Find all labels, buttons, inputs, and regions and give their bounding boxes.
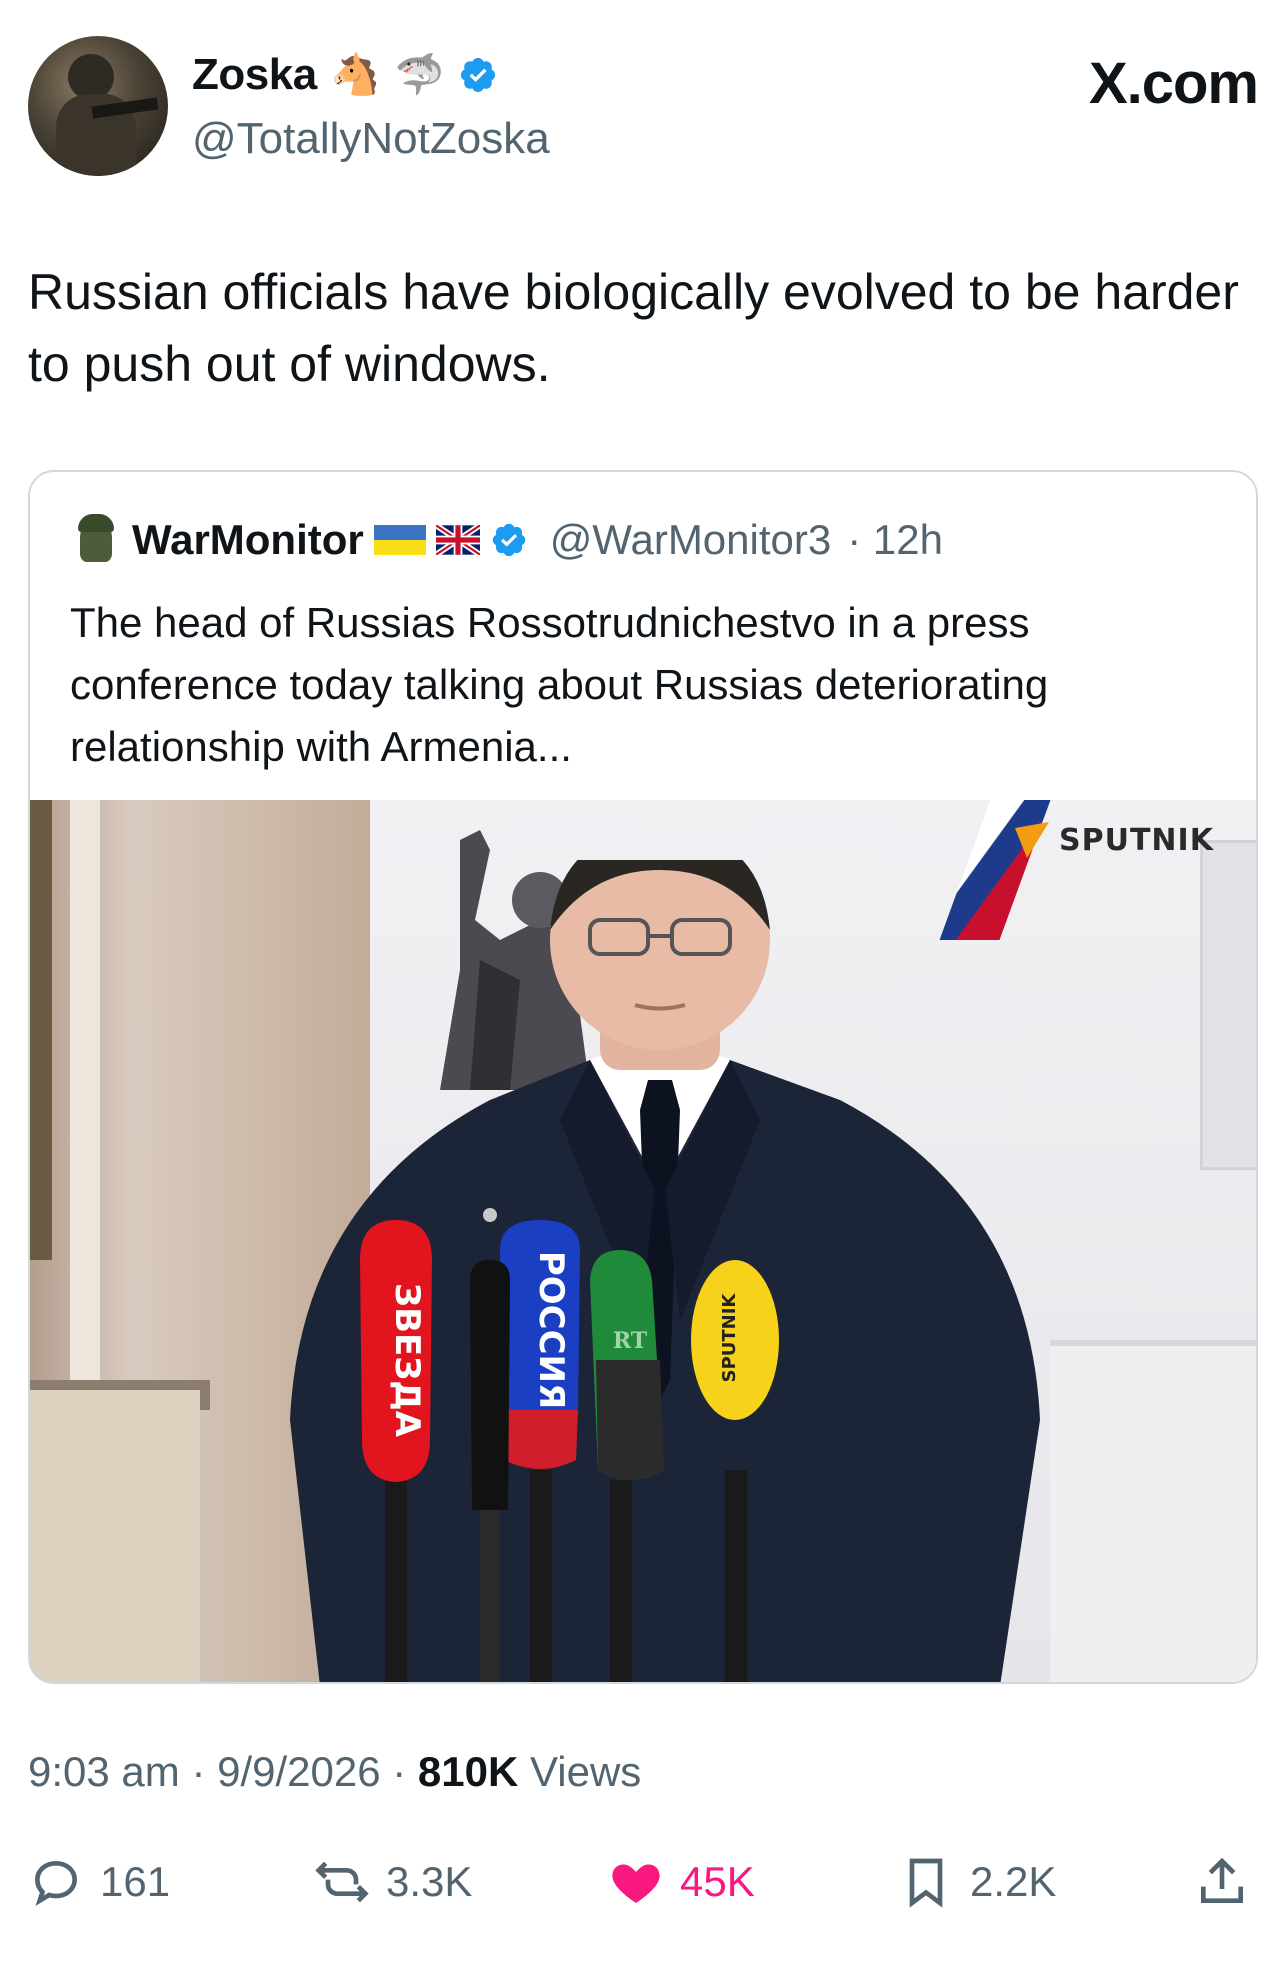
share-button[interactable] xyxy=(1194,1854,1250,1910)
quoted-tweet-text: The head of Russias Rossotrudnichestvo i… xyxy=(70,599,1049,770)
mic-rossiya-label: РОССИЯ xyxy=(531,1251,571,1409)
quoted-tweet-age: · 12h xyxy=(847,516,943,563)
like-count: 45K xyxy=(680,1858,755,1905)
repost-icon xyxy=(315,1861,369,1903)
avatar-helmet-shape xyxy=(78,514,114,532)
quoted-author-display-name: WarMonitor xyxy=(132,516,364,563)
uk-flag-icon xyxy=(435,525,480,555)
shark-emoji-icon: 🦈 xyxy=(394,52,445,98)
like-button[interactable]: 45K xyxy=(608,1854,755,1910)
reply-count: 161 xyxy=(100,1858,171,1905)
views-label: Views xyxy=(530,1748,642,1795)
author-avatar[interactable] xyxy=(28,36,168,176)
author-display-name[interactable]: Zoska xyxy=(192,50,317,100)
share-icon xyxy=(1201,1857,1243,1903)
mic-rt-label: RT xyxy=(613,1328,648,1354)
sputnik-logo-icon xyxy=(1015,822,1049,858)
tweet-text: Russian officials have biologically evol… xyxy=(28,264,1239,392)
repost-button[interactable]: 3.3K xyxy=(314,1854,472,1910)
author-handle[interactable]: @TotallyNotZoska xyxy=(192,114,550,164)
heart-icon xyxy=(612,1864,660,1903)
repost-count: 3.3K xyxy=(386,1858,473,1905)
quoted-tweet-card[interactable]: WarMonitor @WarMonitor3 · 12h The head o… xyxy=(28,470,1258,1684)
reply-button[interactable]: 161 xyxy=(28,1854,170,1910)
sputnik-watermark: SPUTNIK xyxy=(1015,822,1214,858)
bookmark-icon xyxy=(909,1858,943,1908)
verified-badge-icon xyxy=(461,57,496,93)
quoted-author-avatar xyxy=(70,514,122,566)
author-name-row[interactable]: Zoska 🐴 🦈 xyxy=(192,50,498,100)
mic-zvezda-label: ЗВЕЗДА xyxy=(387,1283,427,1438)
tweet-time[interactable]: 9:03 am xyxy=(28,1748,180,1795)
bookmark-count: 2.2K xyxy=(970,1858,1057,1905)
photo-fireplace xyxy=(30,1390,200,1682)
tweet-meta: 9:03 am · 9/9/2026 · 810K Views xyxy=(28,1748,641,1796)
quoted-author-handle: @WarMonitor3 xyxy=(549,516,832,563)
microphones-group: ЗВЕЗДА РОССИЯ RT SPUTNIK xyxy=(360,1220,779,1682)
quoted-verified-badge-icon xyxy=(492,523,525,557)
ukraine-flag-icon xyxy=(373,525,426,555)
x-logo: X.com xyxy=(1088,51,1259,116)
views-count: 810K xyxy=(417,1748,519,1795)
reply-icon xyxy=(34,1860,78,1906)
photo-wainscot xyxy=(1050,1340,1256,1682)
bookmark-button[interactable]: 2.2K xyxy=(898,1854,1056,1910)
quoted-tweet-header: WarMonitor @WarMonitor3 · 12h xyxy=(70,514,943,566)
mic-sputnik-label: SPUTNIK xyxy=(719,1293,740,1383)
sputnik-watermark-text: SPUTNIK xyxy=(1059,822,1214,858)
photo-marble-column xyxy=(30,800,52,1260)
action-bar: 161 3.3K 45K 2.2K xyxy=(28,1854,1258,1914)
photo-wall-panel xyxy=(1200,840,1256,1170)
tweet-header: Zoska 🐴 🦈 @TotallyNotZoska X.com xyxy=(28,36,1259,186)
quoted-tweet-photo[interactable]: SPUTNIK ЗВЕЗДА РОССИЯ RT SPUTNIK xyxy=(30,800,1256,1682)
tweet-date[interactable]: · 9/9/2026 · xyxy=(191,1748,406,1795)
horse-emoji-icon: 🐴 xyxy=(330,52,381,98)
